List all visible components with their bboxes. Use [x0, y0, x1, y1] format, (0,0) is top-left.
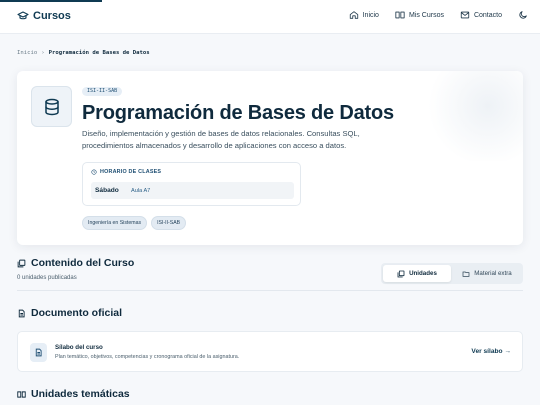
course-title: Programación de Bases de Datos	[82, 102, 394, 124]
layers-icon	[397, 270, 405, 277]
syllabus-title: Sílabo del curso	[55, 344, 103, 351]
nav-label: Contacto	[473, 11, 502, 19]
official-doc-title-label: Documento oficial	[31, 307, 123, 319]
schedule-row: Sábado Aula A7	[91, 182, 294, 199]
course-code-badge: ISI-II-SAB	[82, 87, 123, 96]
breadcrumb: Inicio › Programación de Bases de Datos	[17, 50, 150, 56]
home-icon	[349, 11, 358, 19]
view-syllabus-link[interactable]: Ver sílabo →	[471, 348, 511, 355]
breadcrumb-separator: ›	[41, 50, 45, 56]
book-open-icon	[17, 390, 26, 398]
brand-link[interactable]: Cursos	[17, 10, 71, 22]
decorative-glow	[423, 71, 523, 161]
tag-career: Ingeniería en Sistemas	[82, 216, 148, 230]
section-divider	[17, 290, 523, 291]
schedule-room: Aula A7	[131, 187, 151, 194]
book-open-icon	[395, 11, 405, 19]
course-description: Diseño, implementación y gestión de base…	[82, 129, 360, 150]
schedule-heading-label: HORARIO DE CLASES	[100, 169, 162, 175]
tag-code: ISI-II-SAB	[151, 216, 187, 230]
nav-label: Mis Cursos	[408, 11, 444, 19]
content-tabs: Unidades Material extra	[381, 263, 523, 284]
units-section-title: Unidades temáticas	[17, 388, 130, 400]
tab-label: Unidades	[409, 270, 437, 277]
theme-toggle-button[interactable]	[518, 10, 528, 20]
mail-icon	[460, 11, 470, 19]
units-title-label: Unidades temáticas	[31, 388, 130, 400]
graduation-cap-icon	[17, 11, 29, 20]
nav-item-contacto[interactable]: Contacto	[460, 10, 502, 20]
tab-unidades[interactable]: Unidades	[383, 265, 451, 282]
content-title-label: Contenido del Curso	[31, 257, 135, 269]
brand-name: Cursos	[33, 10, 71, 22]
schedule-heading: HORARIO DE CLASES	[91, 169, 161, 175]
breadcrumb-current: Programación de Bases de Datos	[48, 50, 150, 56]
course-tags: Ingeniería en Sistemas ISI-II-SAB	[82, 216, 187, 230]
document-icon	[18, 309, 25, 317]
content-section-title: Contenido del Curso	[17, 257, 134, 269]
main-nav: Inicio Mis Cursos Contacto	[349, 10, 528, 20]
moon-icon	[519, 11, 527, 19]
clock-icon	[91, 169, 97, 175]
tab-label: Material extra	[474, 270, 512, 277]
nav-label: Inicio	[362, 11, 379, 19]
file-text-icon	[35, 348, 42, 357]
course-header-card: ISI-II-SAB Programación de Bases de Dato…	[17, 71, 523, 245]
tab-material-extra[interactable]: Material extra	[453, 265, 521, 282]
official-doc-section-title: Documento oficial	[17, 307, 122, 319]
course-icon-box	[31, 86, 72, 127]
layers-icon	[17, 259, 26, 267]
breadcrumb-home-link[interactable]: Inicio	[17, 50, 37, 56]
syllabus-card[interactable]: Sílabo del curso Plan temático, objetivo…	[17, 331, 523, 372]
nav-item-inicio[interactable]: Inicio	[349, 10, 379, 20]
nav-item-mis-cursos[interactable]: Mis Cursos	[395, 10, 444, 20]
folder-icon	[462, 271, 470, 277]
syllabus-icon-box	[30, 343, 47, 362]
schedule-card: HORARIO DE CLASES Sábado Aula A7	[82, 162, 301, 206]
database-icon	[44, 98, 59, 115]
schedule-day: Sábado	[95, 187, 119, 194]
units-published-count: 0 unidades publicadas	[17, 275, 77, 281]
navbar-accent-line	[0, 0, 102, 2]
top-navbar: Cursos Inicio Mis Cursos Contacto	[0, 0, 540, 34]
syllabus-description: Plan temático, objetivos, competencias y…	[55, 354, 240, 360]
